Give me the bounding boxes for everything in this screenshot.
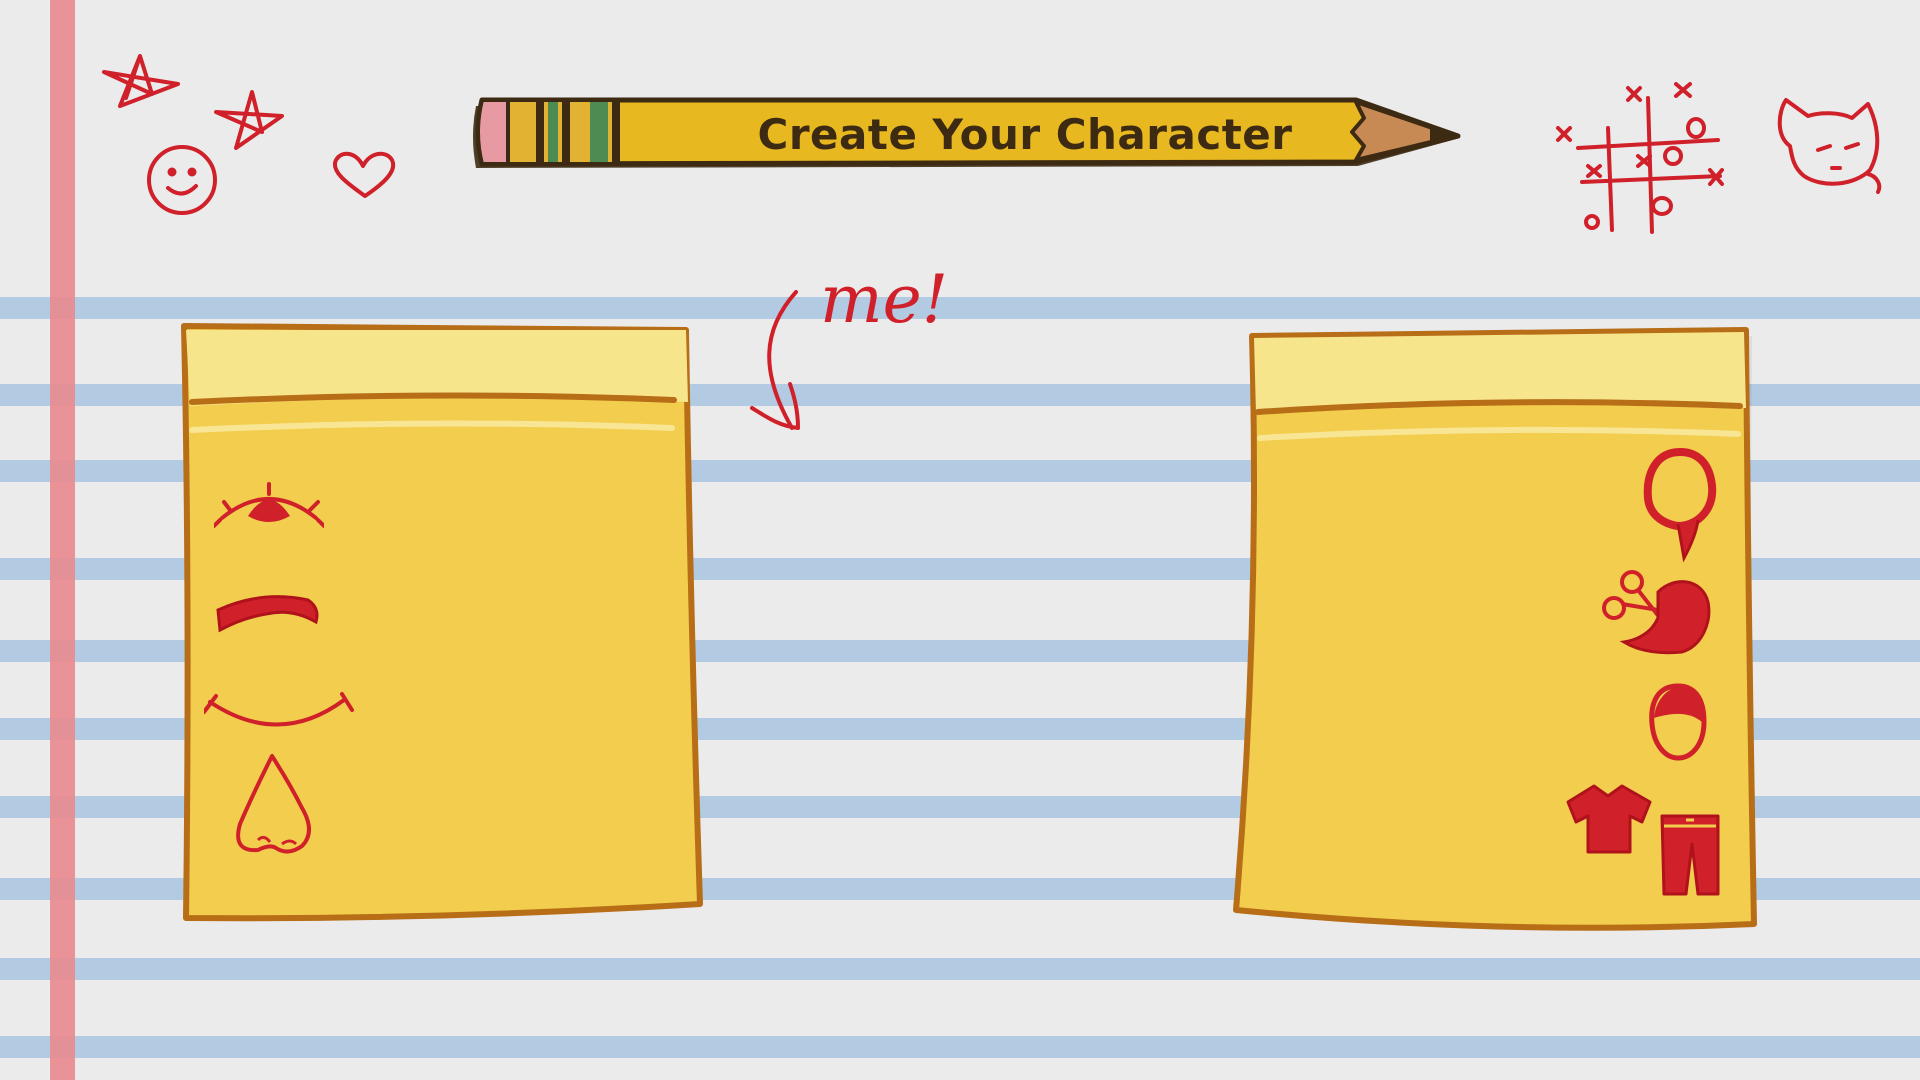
mouth-option-button[interactable] (202, 682, 354, 732)
cat-doodle-icon (1777, 98, 1882, 194)
tic-tac-toe-doodle-icon (1556, 82, 1724, 234)
eyebrow-icon (216, 595, 319, 633)
hairstyle-option-button[interactable] (1598, 566, 1716, 666)
shirt-icon (1566, 784, 1652, 854)
heart-doodle-icon (332, 151, 396, 198)
head-shape-icon (1643, 447, 1717, 563)
eye-icon (212, 482, 326, 528)
page-title: Create Your Character (757, 109, 1293, 159)
shirt-option-button[interactable] (1566, 782, 1652, 856)
hairstyle-icon (1602, 570, 1711, 655)
hair-color-icon (1649, 683, 1707, 761)
star-doodle-icon (214, 90, 284, 150)
mouth-icon (202, 692, 354, 727)
nose-option-button[interactable] (230, 748, 318, 858)
eyebrow-option-button[interactable] (212, 590, 322, 640)
doodle-note-label: me! (820, 261, 949, 338)
pants-option-button[interactable] (1656, 810, 1724, 896)
hair-color-option-button[interactable] (1646, 682, 1710, 762)
star-doodle-icon (102, 54, 180, 108)
pants-icon (1660, 814, 1720, 896)
arrow-doodle-icon (750, 290, 800, 430)
nose-icon (236, 754, 311, 854)
head-shape-option-button[interactable] (1640, 446, 1720, 566)
eye-option-button[interactable] (212, 470, 326, 540)
smiley-doodle-icon (147, 145, 217, 215)
